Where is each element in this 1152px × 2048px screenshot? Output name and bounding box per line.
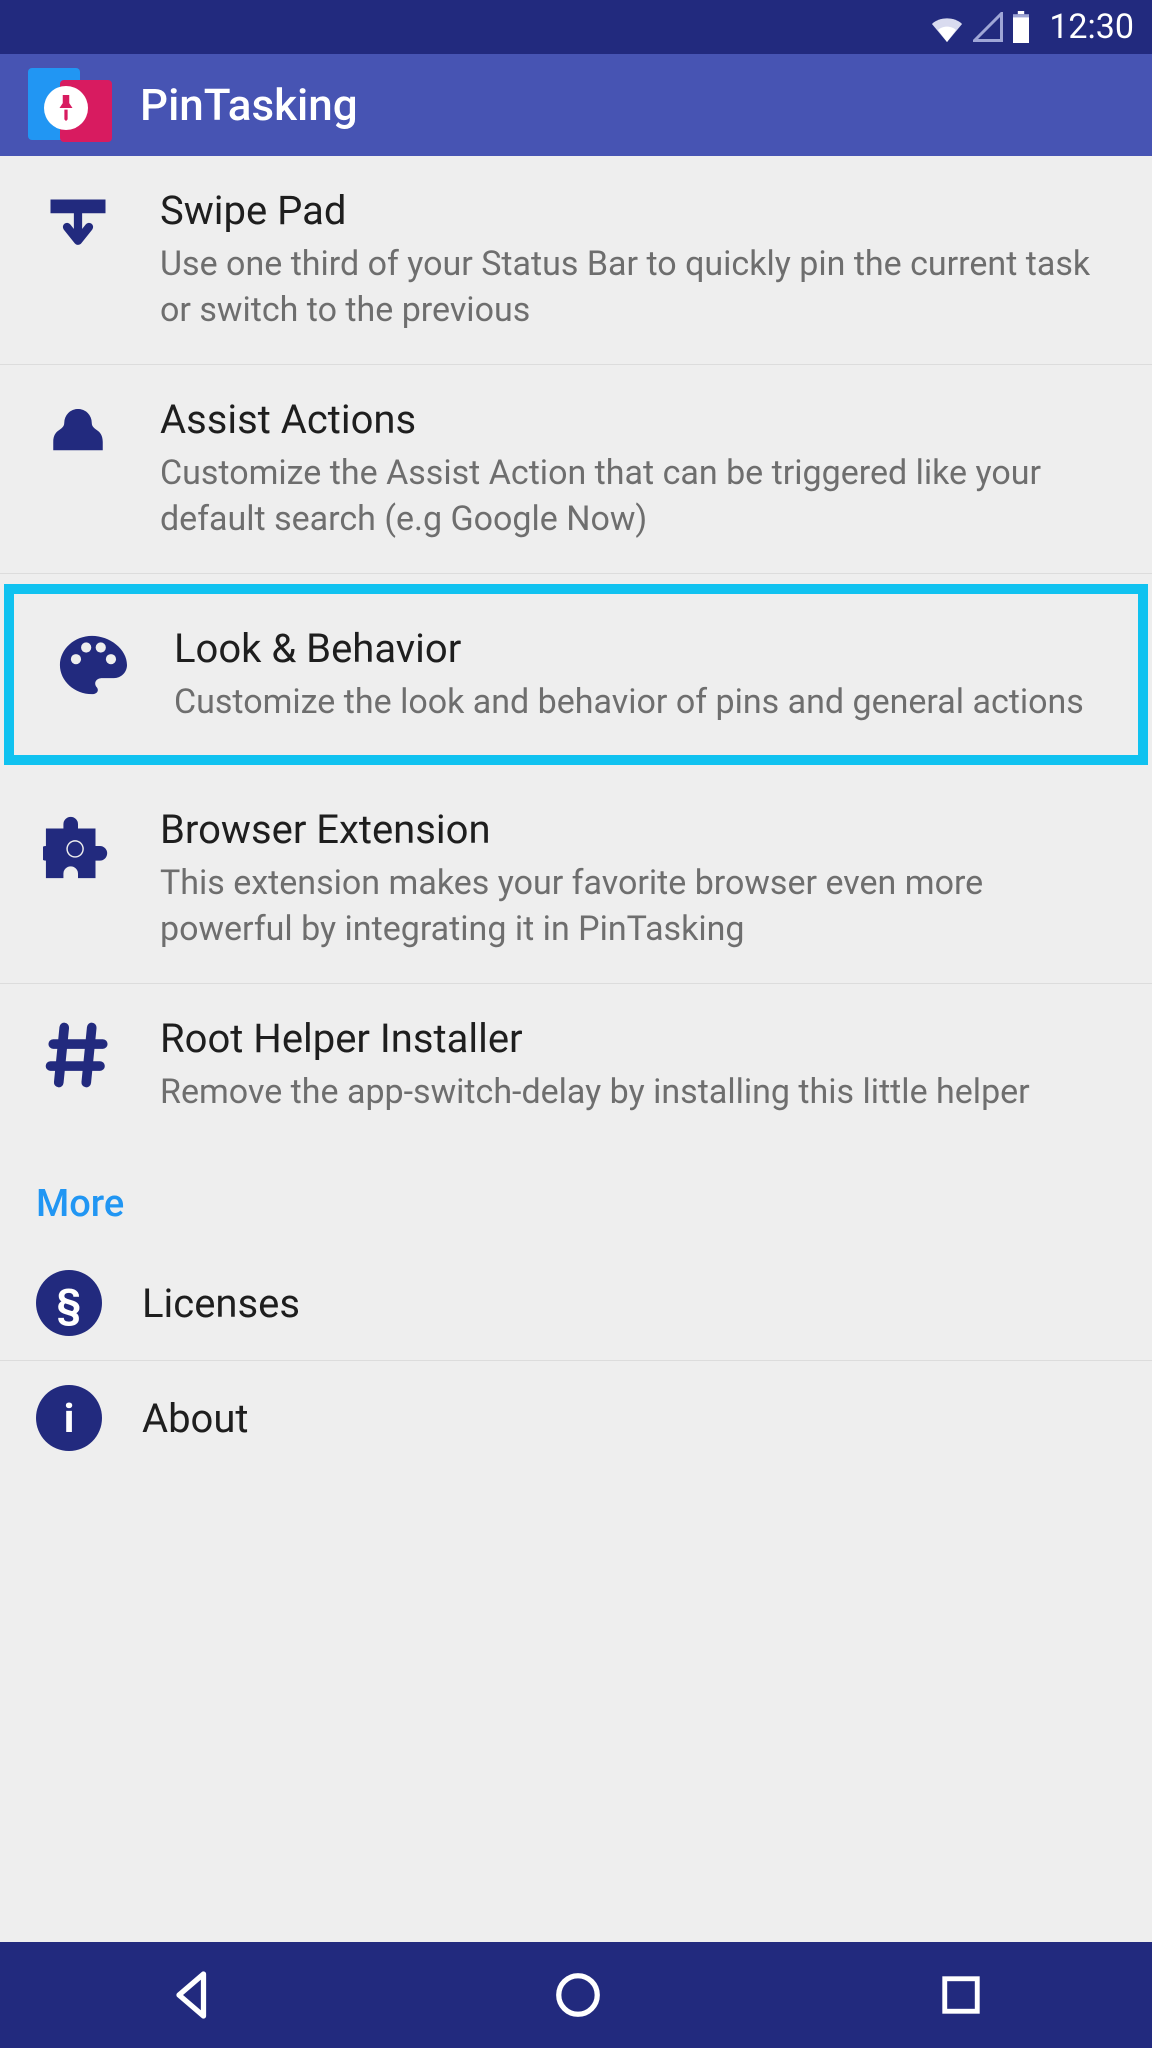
- palette-icon: [50, 632, 134, 698]
- more-licenses[interactable]: § Licenses: [0, 1246, 1152, 1361]
- setting-desc: This extension makes your favorite brows…: [160, 861, 1116, 953]
- setting-title: Root Helper Installer: [160, 1014, 1116, 1064]
- info-icon: i: [36, 1385, 102, 1451]
- setting-desc: Customize the Assist Action that can be …: [160, 451, 1116, 543]
- section-icon: §: [36, 1270, 102, 1336]
- setting-title: Look & Behavior: [174, 624, 1102, 674]
- extension-icon: [36, 813, 120, 879]
- setting-desc: Use one third of your Status Bar to quic…: [160, 242, 1116, 334]
- setting-root-helper[interactable]: Root Helper Installer Remove the app-swi…: [0, 984, 1152, 1146]
- status-bar: 12:30: [0, 0, 1152, 54]
- setting-swipe-pad[interactable]: Swipe Pad Use one third of your Status B…: [0, 156, 1152, 365]
- battery-icon: [1011, 11, 1031, 43]
- highlighted-setting: Look & Behavior Customize the look and b…: [4, 584, 1148, 766]
- setting-browser-extension[interactable]: Browser Extension This extension makes y…: [0, 775, 1152, 984]
- setting-desc: Remove the app-switch-delay by installin…: [160, 1070, 1116, 1116]
- navigation-bar: [0, 1942, 1152, 2048]
- status-time: 12:30: [1049, 7, 1134, 47]
- setting-desc: Customize the look and behavior of pins …: [174, 680, 1102, 726]
- recent-apps-button[interactable]: [935, 1969, 987, 2021]
- more-about[interactable]: i About: [0, 1361, 1152, 1475]
- home-button[interactable]: [550, 1967, 606, 2023]
- more-item-label: Licenses: [142, 1280, 300, 1327]
- setting-title: Swipe Pad: [160, 186, 1116, 236]
- hash-icon: [36, 1022, 120, 1088]
- setting-title: Assist Actions: [160, 395, 1116, 445]
- section-more: More: [0, 1146, 1152, 1246]
- wifi-icon: [929, 12, 965, 42]
- more-item-label: About: [142, 1395, 249, 1442]
- assist-icon: [36, 403, 120, 459]
- setting-look-behavior[interactable]: Look & Behavior Customize the look and b…: [14, 594, 1138, 756]
- settings-list: Swipe Pad Use one third of your Status B…: [0, 156, 1152, 1942]
- setting-title: Browser Extension: [160, 805, 1116, 855]
- app-logo-icon: [20, 66, 116, 144]
- app-title: PinTasking: [140, 79, 358, 131]
- swipe-pad-icon: [36, 194, 120, 260]
- setting-assist-actions[interactable]: Assist Actions Customize the Assist Acti…: [0, 365, 1152, 574]
- cell-signal-icon: [973, 12, 1003, 42]
- app-bar: PinTasking: [0, 54, 1152, 156]
- back-button[interactable]: [165, 1967, 221, 2023]
